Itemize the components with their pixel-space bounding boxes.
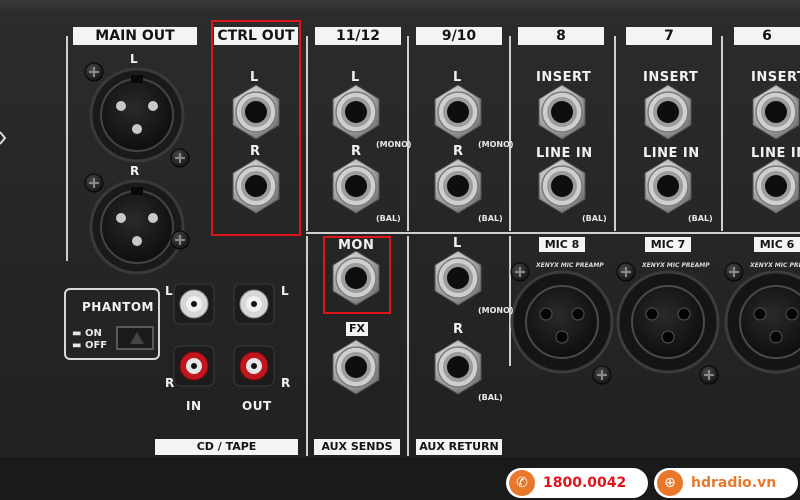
screw-icon (84, 173, 104, 193)
screw-icon (170, 148, 190, 168)
rca-in-l-jack (173, 283, 215, 325)
aux-return-bal-label: (BAL) (478, 393, 503, 402)
ch6-line-in-jack (752, 158, 800, 214)
aux-return-mono-label: (MONO) (478, 306, 514, 315)
ctrl-out-highlight (211, 20, 301, 236)
phantom-off-label: ▬ OFF (72, 340, 108, 351)
ch9-10-l-jack (434, 84, 482, 140)
aux-return-l-label: L (453, 236, 462, 251)
rca-in-r-jack (173, 345, 215, 387)
ch8-insert-label: INSERT (536, 70, 592, 85)
ch8-bal-label: (BAL) (582, 214, 607, 223)
ch9-10-r-jack (434, 158, 482, 214)
mic8-label: MIC 8 (539, 237, 585, 252)
rca-in-l-label: L (165, 284, 174, 298)
ch7-line-in-jack (644, 158, 692, 214)
mic7-xlr (616, 270, 720, 374)
aux-return-label: AUX RETURN (416, 439, 502, 455)
rca-out-label: OUT (242, 399, 272, 413)
screw-icon (616, 262, 636, 282)
phone-number: 1800.0042 (543, 475, 627, 491)
mic7-preamp-logo: XENYX MIC PREAMP (642, 262, 710, 269)
ch8-line-in-label: LINE IN (536, 146, 593, 161)
mic8-xlr (510, 270, 614, 374)
aux-sends-label: AUX SENDS (314, 439, 400, 455)
ch11-12-l-label: L (351, 70, 360, 85)
phantom-panel: PHANTOM ▬ ON ▬ OFF (64, 288, 160, 360)
mic6-xlr (724, 270, 800, 374)
phone-icon: ✆ (509, 470, 535, 496)
screw-icon (170, 230, 190, 250)
main-out-l-label: L (130, 52, 139, 66)
screw-icon (510, 262, 530, 282)
ch9-10-mono-label: (MONO) (478, 140, 514, 149)
ch7-insert-jack (644, 84, 692, 140)
ch11-12-r-jack (332, 158, 380, 214)
rca-out-l-label: L (281, 284, 290, 298)
main-out-r-label: R (130, 164, 140, 178)
screw-icon (592, 365, 612, 385)
phone-badge[interactable]: ✆ 1800.0042 (506, 468, 648, 498)
ch11-12-bal-label: (BAL) (376, 214, 401, 223)
fx-jack (332, 339, 380, 395)
rca-out-r-jack (233, 345, 275, 387)
phantom-on-label: ▬ ON (72, 328, 102, 339)
aux-return-r-jack (434, 339, 482, 395)
ch6-insert-jack (752, 84, 800, 140)
phantom-switch[interactable] (116, 326, 154, 350)
mic8-preamp-logo: XENYX MIC PREAMP (536, 262, 604, 269)
ch6-line-in-label: LINE IN (751, 146, 800, 161)
ch11-12-mono-label: (MONO) (376, 140, 412, 149)
ch11-12-l-jack (332, 84, 380, 140)
mic6-label: MIC 6 (754, 237, 800, 252)
mic7-label: MIC 7 (645, 237, 691, 252)
main-out-l-xlr (89, 67, 185, 163)
edge-arrow-icon (0, 131, 7, 145)
main-out-r-xlr (89, 179, 185, 275)
ch9-10-r-label: R (453, 144, 464, 159)
fx-label: FX (346, 322, 368, 336)
cd-tape-label: CD / TAPE (155, 439, 298, 455)
website-badge[interactable]: ⊕ hdradio.vn (654, 468, 798, 498)
ch7-bal-label: (BAL) (688, 214, 713, 223)
rca-in-label: IN (186, 399, 202, 413)
screw-icon (699, 365, 719, 385)
ch8-insert-jack (538, 84, 586, 140)
ch9-10-l-label: L (453, 70, 462, 85)
phantom-title: PHANTOM (82, 300, 154, 314)
ch6-insert-label: INSERT (751, 70, 800, 85)
screw-icon (724, 262, 744, 282)
ch7-insert-label: INSERT (643, 70, 699, 85)
mixer-rear-panel: MAIN OUT CTRL OUT 11/12 9/10 8 7 6 L R L… (0, 0, 800, 500)
rca-out-r-label: R (281, 376, 291, 390)
ch8-line-in-jack (538, 158, 586, 214)
globe-icon: ⊕ (657, 470, 683, 496)
ch11-12-r-label: R (351, 144, 362, 159)
aux-return-l-jack (434, 250, 482, 306)
mon-highlight (323, 236, 391, 314)
aux-return-r-label: R (453, 322, 464, 337)
website-url: hdradio.vn (691, 475, 777, 491)
warning-triangle-icon (130, 332, 144, 344)
mic6-preamp-logo: XENYX MIC PREAMP (750, 262, 800, 269)
ch9-10-bal-label: (BAL) (478, 214, 503, 223)
rca-in-r-label: R (165, 376, 175, 390)
screw-icon (84, 62, 104, 82)
rca-out-l-jack (233, 283, 275, 325)
ch7-line-in-label: LINE IN (643, 146, 700, 161)
